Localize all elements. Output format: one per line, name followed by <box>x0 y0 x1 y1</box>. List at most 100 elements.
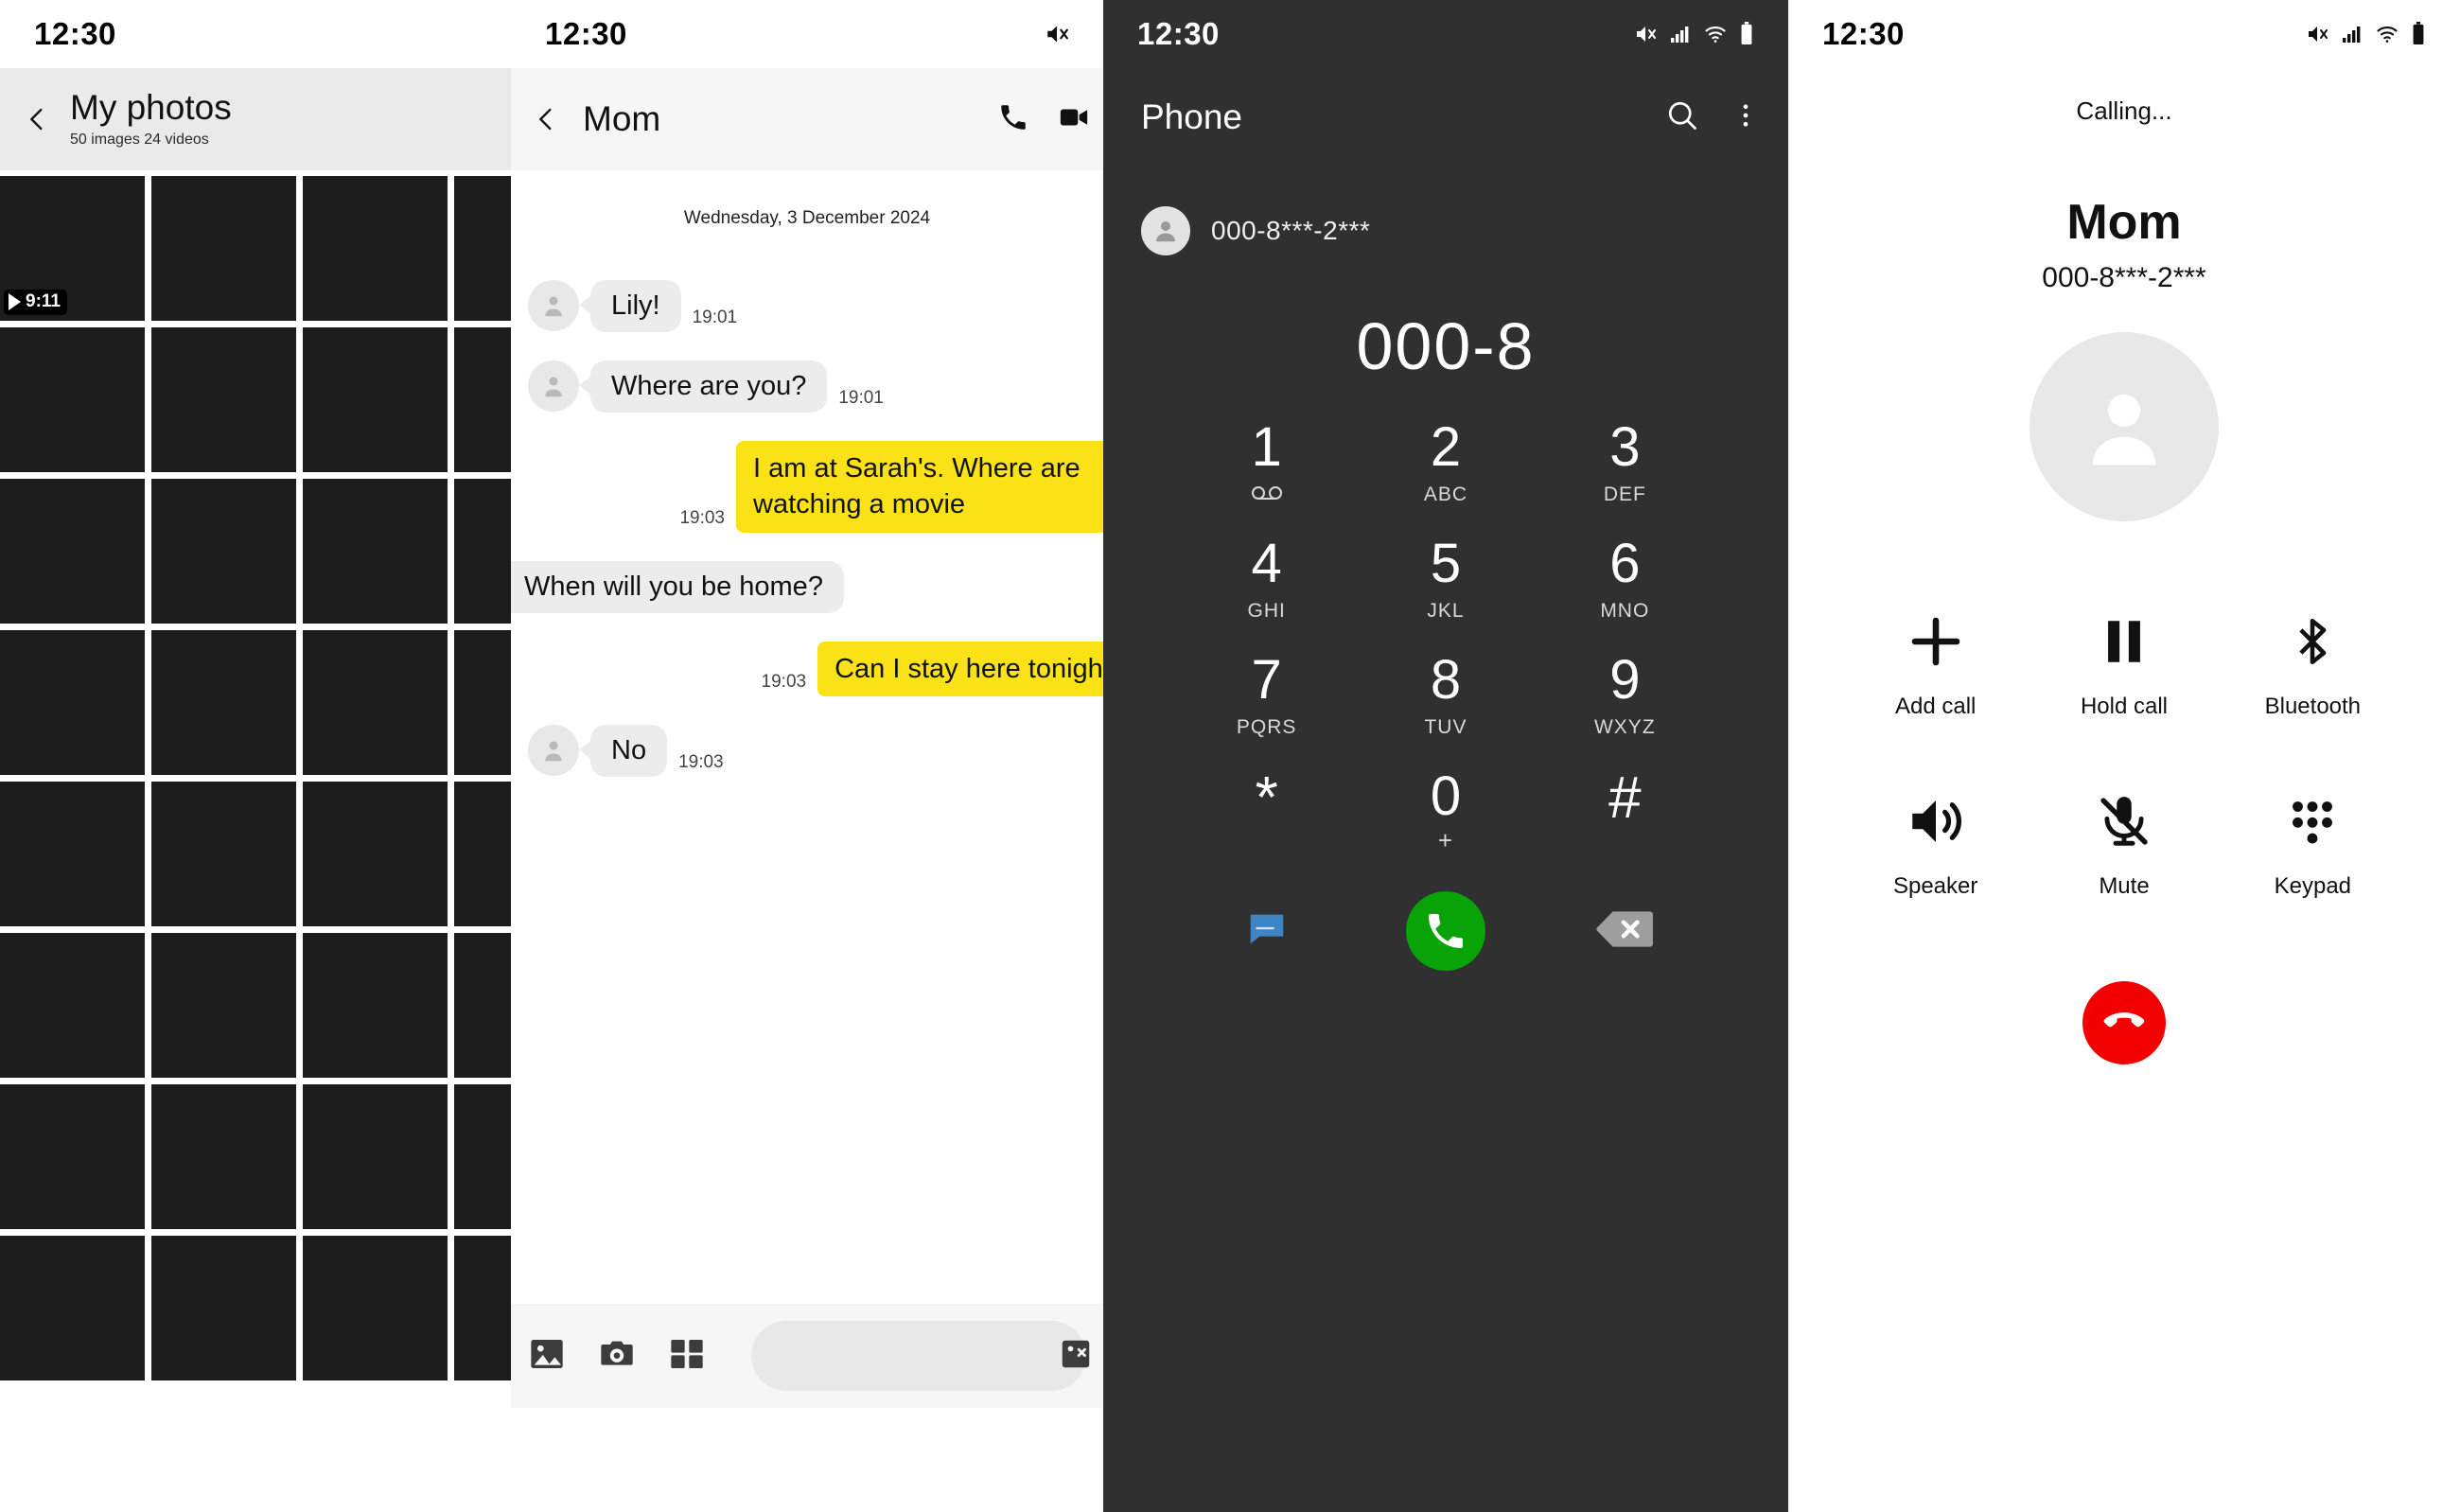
call-action-mute[interactable]: Mute <box>2030 786 2218 900</box>
avatar <box>2030 332 2219 521</box>
photo-cell[interactable] <box>454 176 511 321</box>
dialer-status-bar: 12:30 <box>1103 0 1788 68</box>
keypad-key-letters: JKL <box>1427 600 1465 622</box>
keypad-key-letters: GHI <box>1247 600 1286 622</box>
keypad-key-3[interactable]: 3 DEF <box>1536 407 1714 518</box>
photo-cell[interactable] <box>454 1236 511 1380</box>
call-button[interactable] <box>1405 891 1485 971</box>
keypad-key-8[interactable]: 8 TUV <box>1356 640 1535 750</box>
dialer-panel: 12:30 Phone 000-8***-2*** 000-8 1 2 ABC … <box>1103 0 1788 1512</box>
chat-header: Mom <box>511 68 1103 170</box>
keypad-key-5[interactable]: 5 JKL <box>1356 523 1535 634</box>
photo-cell[interactable] <box>0 782 145 926</box>
message-bubble-outgoing[interactable]: I am at Sarah's. Where are watching a mo… <box>736 441 1103 533</box>
call-action-label: Keypad <box>2274 873 2352 899</box>
keypad-key-letters: WXYZ <box>1593 716 1656 738</box>
recent-number-row[interactable]: 000-8***-2*** <box>1103 167 1788 255</box>
sticker-icon[interactable] <box>1058 1336 1094 1377</box>
message-bubble-outgoing[interactable]: Can I stay here tonight? <box>817 641 1103 696</box>
photo-cell[interactable] <box>454 630 511 775</box>
photo-cell[interactable] <box>151 1084 296 1229</box>
call-action-speaker[interactable]: Speaker <box>1841 786 2030 900</box>
gallery-icon[interactable] <box>528 1335 566 1378</box>
photo-cell[interactable] <box>0 1084 145 1229</box>
call-action-add-call[interactable]: Add call <box>1841 607 2030 720</box>
status-time: 12:30 <box>545 16 627 51</box>
photo-cell[interactable] <box>303 1236 448 1380</box>
photo-cell[interactable] <box>303 933 448 1078</box>
photo-cell[interactable] <box>0 327 145 472</box>
message-bubble-incoming[interactable]: Lily! <box>579 280 681 332</box>
photo-cell[interactable] <box>454 479 511 624</box>
message-input[interactable] <box>751 1321 1086 1391</box>
speaker-icon <box>1903 786 1969 856</box>
keypad-key-9[interactable]: 9 WXYZ <box>1536 640 1714 750</box>
chat-message-list: Wednesday, 3 December 2024 Lily! 19:01 Whe… <box>511 170 1103 1408</box>
chat-contact-name: Mom <box>583 99 661 138</box>
photo-cell[interactable] <box>454 782 511 926</box>
photo-cell[interactable] <box>151 782 296 926</box>
photo-cell[interactable] <box>0 933 145 1078</box>
keypad-key-4[interactable]: 4 GHI <box>1177 523 1356 634</box>
calling-panel: 12:30 Calling... Mom 000-8***-2*** Add c… <box>1788 0 2460 1512</box>
search-icon[interactable] <box>1665 98 1699 137</box>
photo-cell[interactable] <box>0 630 145 775</box>
recent-number: 000-8***-2*** <box>1211 216 1371 245</box>
wifi-icon <box>1704 23 1727 45</box>
photo-cell[interactable] <box>0 479 145 624</box>
photo-cell[interactable] <box>303 1084 448 1229</box>
end-call-button[interactable] <box>2082 981 2166 1064</box>
backspace-icon[interactable] <box>1595 909 1654 954</box>
keypad-key-number: # <box>1608 765 1642 831</box>
keypad-key-2[interactable]: 2 ABC <box>1356 407 1535 518</box>
keypad-key-1[interactable]: 1 <box>1177 407 1356 518</box>
photo-cell[interactable] <box>151 1236 296 1380</box>
phone-call-icon[interactable] <box>997 101 1029 138</box>
more-vertical-icon[interactable] <box>1731 98 1760 137</box>
photo-cell[interactable] <box>151 176 296 321</box>
photos-panel: 12:30 My photos 50 images 24 videos 9:11 <box>0 0 511 1512</box>
photo-cell[interactable] <box>151 479 296 624</box>
chevron-left-icon[interactable] <box>530 103 562 135</box>
keypad-key-0[interactable]: 0 + <box>1356 756 1535 867</box>
photo-cell[interactable] <box>151 327 296 472</box>
dialer-title: Phone <box>1141 97 1242 136</box>
photo-cell[interactable] <box>0 1236 145 1380</box>
photo-cell[interactable] <box>303 176 448 321</box>
mic-off-icon <box>2095 786 2153 856</box>
photo-cell[interactable] <box>454 1084 511 1229</box>
signal-icon <box>1669 23 1692 45</box>
photo-cell[interactable] <box>151 933 296 1078</box>
keypad: 1 2 ABC 3 DEF 4 GHI 5 JKL 6 MNO 7 PQRS 8 TUV 9 WXYZ * 0 + # <box>1103 407 1788 867</box>
message-bubble-incoming[interactable]: No <box>578 724 668 777</box>
keypad-key-hash[interactable]: # <box>1536 756 1714 867</box>
photo-cell[interactable] <box>454 933 511 1078</box>
keypad-key-star[interactable]: * <box>1177 756 1356 867</box>
photo-cell[interactable] <box>303 479 448 624</box>
chat-message: 19:03 Can I stay here tonight? <box>511 641 1103 696</box>
call-action-keypad[interactable]: Keypad <box>2219 786 2407 900</box>
photo-cell[interactable] <box>151 630 296 775</box>
status-time: 12:30 <box>1822 16 1905 51</box>
photo-cell[interactable]: 9:11 <box>0 176 145 321</box>
message-bubble-incoming[interactable]: Where are you? <box>578 360 828 413</box>
photo-cell[interactable] <box>454 327 511 472</box>
message-bubble-incoming[interactable]: When will you be home? <box>511 560 844 613</box>
photo-cell[interactable] <box>303 782 448 926</box>
keypad-key-7[interactable]: 7 PQRS <box>1177 640 1356 750</box>
chevron-left-icon[interactable] <box>21 103 53 135</box>
camera-icon[interactable] <box>598 1335 636 1378</box>
calling-status-bar: 12:30 <box>1788 0 2460 68</box>
video-call-icon[interactable] <box>1058 101 1090 138</box>
call-action-hold-call[interactable]: Hold call <box>2030 607 2218 720</box>
photo-cell[interactable] <box>303 630 448 775</box>
avatar <box>1141 206 1190 255</box>
message-bubble-icon[interactable] <box>1245 907 1289 956</box>
keypad-key-6[interactable]: 6 MNO <box>1536 523 1714 634</box>
photo-cell[interactable] <box>303 327 448 472</box>
photo-grid: 9:11 <box>0 170 511 1380</box>
call-action-bluetooth[interactable]: Bluetooth <box>2219 607 2407 720</box>
chat-message: 19:03 I am at Sarah's. Where are watching… <box>511 441 1103 533</box>
apps-grid-icon[interactable] <box>668 1335 706 1378</box>
status-time: 12:30 <box>1137 16 1220 51</box>
